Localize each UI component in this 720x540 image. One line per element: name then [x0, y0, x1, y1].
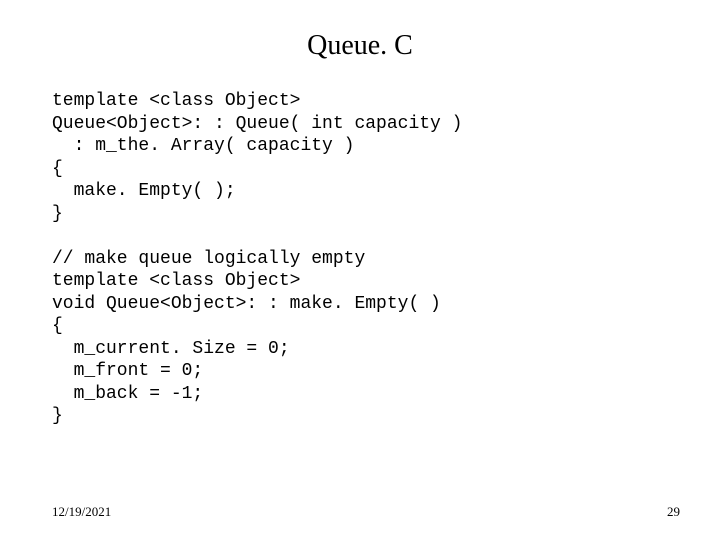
slide-title: Queue. C	[0, 30, 720, 62]
footer-date: 12/19/2021	[52, 504, 111, 520]
footer-page: 29	[667, 504, 680, 520]
code-block: template <class Object> Queue<Object>: :…	[52, 90, 668, 428]
slide: Queue. C template <class Object> Queue<O…	[0, 0, 720, 540]
